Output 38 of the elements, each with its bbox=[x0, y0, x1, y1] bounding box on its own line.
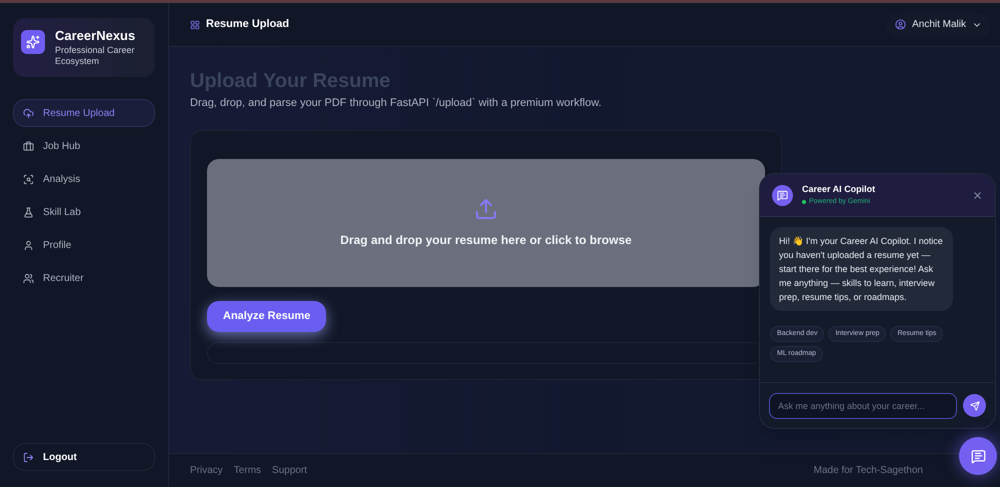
footer-link[interactable]: Terms bbox=[234, 463, 262, 478]
chat-input[interactable]: Ask me anything about your career... bbox=[769, 392, 957, 418]
logout-button[interactable]: Logout bbox=[13, 443, 155, 471]
send-icon bbox=[970, 400, 980, 410]
page-subtitle: Drag, drop, and parse your PDF through FastAPI `/upload` with a premium workflow. bbox=[190, 96, 602, 111]
users-icon bbox=[23, 272, 34, 284]
sidebar-item[interactable]: Skill Lab bbox=[13, 198, 155, 226]
user-menu[interactable]: Anchit Malik bbox=[886, 12, 991, 36]
upload-icon bbox=[474, 196, 498, 220]
sparkles-icon bbox=[21, 30, 45, 54]
analyze-button[interactable]: Analyze Resume bbox=[207, 300, 326, 332]
sidebar-item[interactable]: Job Hub bbox=[13, 132, 155, 160]
header-title: Resume Upload bbox=[206, 17, 290, 32]
user-icon bbox=[23, 240, 34, 250]
chat-message: Hi! 👋 I'm your Career AI Copilot. I notice you haven't uploaded a resume yet — start there for the best experience! Ask me anything — skills to learn, interview prep, resume tips, or roadmaps. bbox=[770, 227, 953, 311]
footer-link[interactable]: Support bbox=[272, 463, 308, 478]
close-button[interactable] bbox=[972, 190, 983, 200]
brand-name: CareerNexus bbox=[55, 28, 136, 44]
send-button[interactable] bbox=[963, 394, 986, 417]
scan-icon bbox=[23, 174, 34, 184]
footer-link[interactable]: Privacy bbox=[190, 463, 223, 478]
chat-icon bbox=[970, 448, 986, 464]
sidebar-item[interactable]: Resume Upload bbox=[13, 99, 155, 127]
chat-title: Career AI Copilot bbox=[802, 183, 876, 196]
footer-credit: Made for Tech-Sagethon bbox=[814, 464, 923, 478]
sidebar-item[interactable]: Analysis bbox=[13, 165, 155, 193]
user-avatar-icon bbox=[895, 19, 906, 30]
chat-toggle-button[interactable] bbox=[959, 437, 997, 475]
grid-icon bbox=[190, 20, 200, 30]
chat-bot-icon bbox=[772, 184, 793, 206]
briefcase-icon bbox=[23, 140, 34, 152]
brand-tagline: Professional Career Ecosystem bbox=[55, 45, 136, 67]
sidebar-item[interactable]: Recruiter bbox=[13, 264, 155, 292]
sidebar-item[interactable]: Profile bbox=[13, 231, 155, 259]
dropzone[interactable]: Drag and drop your resume here or click to browse bbox=[207, 158, 765, 286]
flask-icon bbox=[23, 206, 34, 218]
logout-icon bbox=[23, 452, 34, 462]
cloud-upload-icon bbox=[23, 108, 34, 118]
